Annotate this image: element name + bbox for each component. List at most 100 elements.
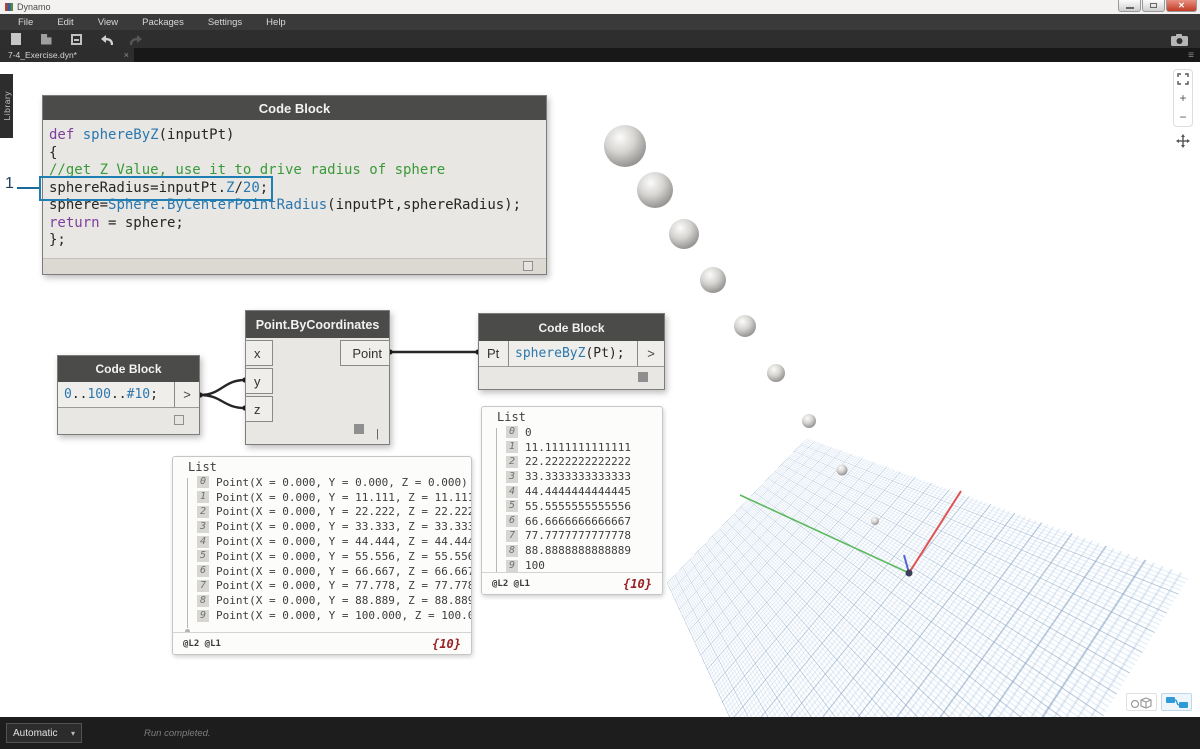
list-index-badge: 2 [197,505,210,518]
list-count: {10} [432,636,461,651]
list-value: 22.2222222222222 [525,455,631,469]
grid-plane-3d [666,438,1190,717]
list-value: Point(X = 0.000, Y = 22.222, Z = 22.222) [216,505,471,519]
list-count: {10} [623,576,652,591]
node-header[interactable]: Code Block [58,356,199,382]
code-line: sphereByZ(Pt); [515,346,625,361]
save-button[interactable] [69,32,83,46]
list-index-badge: 3 [506,470,519,483]
node-point-by-coordinates[interactable]: Point.ByCoordinates x y z Point | [245,310,390,445]
view-controls: + − [1173,69,1193,148]
minimize-button[interactable] [1118,0,1141,12]
redo-button[interactable] [129,32,143,46]
list-title: List [497,410,526,424]
new-file-button[interactable] [9,32,23,46]
menu-item-file[interactable]: File [6,17,45,28]
fit-view-icon [1177,73,1189,85]
list-value: 100 [525,559,545,573]
chevron-down-icon: ▾ [70,728,75,738]
list-index-badge: 6 [506,515,519,528]
list-value: 55.5555555555556 [525,499,631,513]
list-index-badge: 7 [197,579,210,592]
list-item: 8 Point(X = 0.000, Y = 88.889, Z = 88.889… [197,593,471,608]
list-item: 5 55.5555555555556 [506,499,662,514]
list-rows: 0 0 1 11.1111111111111 2 22.2222222222222 3 33.… [506,425,662,573]
zoom-in-button[interactable]: + [1176,92,1190,104]
output-port[interactable]: > [637,341,664,366]
dynamo-window: Dynamo ✕ File Edit View Packages Settings Hel… [0,0,1200,749]
list-item: 0 Point(X = 0.000, Y = 0.000, Z = 0.000) [197,475,471,490]
node-header[interactable]: Point.ByCoordinates [246,311,389,338]
list-index-badge: 1 [197,491,210,504]
canvas-view-buttons [1126,693,1192,711]
list-value: Point(X = 0.000, Y = 55.556, Z = 55.556) [216,549,471,563]
preview-checkbox[interactable] [174,415,184,425]
graph-view-button[interactable] [1161,693,1192,711]
code-line: 0..100..#10; [64,387,158,402]
tab-close-icon[interactable]: × [124,50,129,60]
input-port-x[interactable]: x [245,340,273,366]
list-item: 2 22.2222222222222 [506,455,662,470]
list-index-badge: 8 [506,544,519,557]
preview-checkbox[interactable] [523,261,533,271]
menu-item-edit[interactable]: Edit [45,17,85,28]
input-port-pt[interactable]: Pt [479,341,508,366]
output-port[interactable]: > [174,382,199,407]
tab-list-icon[interactable]: ≡ [1188,50,1194,61]
list-value: 0 [525,425,532,439]
code-editor[interactable]: sphereByZ(Pt); [508,341,637,366]
open-file-button[interactable] [39,32,53,46]
list-value: Point(X = 0.000, Y = 33.333, Z = 33.333) [216,520,471,534]
preview-checkbox[interactable] [354,424,364,434]
input-port-z[interactable]: z [245,396,273,422]
pan-button[interactable] [1176,134,1190,148]
close-button[interactable]: ✕ [1166,0,1197,12]
list-index-badge: 5 [506,500,519,513]
menu-item-help[interactable]: Help [254,17,298,28]
list-tree-line [496,428,497,576]
menu-item-view[interactable]: View [86,17,130,28]
list-rows: 0 Point(X = 0.000, Y = 0.000, Z = 0.000) 1… [197,475,471,623]
lacing-levels[interactable]: @L2 @L1 [492,579,530,589]
output-port-point[interactable]: Point [340,340,390,366]
library-panel-tab[interactable]: Library [0,74,13,138]
preview-bubble-values[interactable]: List 0 0 1 11.1111111111111 2 22.222222222222… [481,406,663,595]
input-port-y[interactable]: y [245,368,273,394]
annotation-highlight-box [39,176,273,201]
menu-item-packages[interactable]: Packages [130,17,196,28]
maximize-button[interactable] [1142,0,1165,12]
code-line: }; [49,232,66,248]
node-header[interactable]: Code Block [43,96,546,120]
menu-item-settings[interactable]: Settings [196,17,254,28]
fit-view-button[interactable] [1176,73,1190,85]
node-header[interactable]: Code Block [479,314,664,341]
list-item: 3 Point(X = 0.000, Y = 33.333, Z = 33.333… [197,519,471,534]
sphere-3d [669,219,699,249]
tab-exercise[interactable]: 7-4_Exercise.dyn* × [0,48,134,62]
preview-checkbox[interactable] [638,372,648,382]
preview-bubble-points[interactable]: List 0 Point(X = 0.000, Y = 0.000, Z = 0.… [172,456,472,655]
lacing-indicator[interactable]: | [376,428,379,440]
wire-range-to-z [199,393,246,410]
graph-canvas[interactable]: Library Code Block def sphereByZ(inputPt… [0,62,1200,717]
run-mode-dropdown[interactable]: Automatic ▾ [6,723,82,743]
list-item: 6 66.6666666666667 [506,514,662,529]
lacing-levels[interactable]: @L2 @L1 [183,639,221,649]
sphere-3d [604,125,646,167]
library-label: Library [1,91,12,121]
save-icon [70,33,82,45]
geometry-preview-button[interactable] [1126,693,1157,711]
list-item: 2 Point(X = 0.000, Y = 22.222, Z = 22.222… [197,505,471,520]
code-line: { [49,144,58,161]
list-index-badge: 7 [506,529,519,542]
node-code-block-range[interactable]: Code Block 0..100..#10; > [57,355,200,435]
list-tree-line [187,478,188,628]
zoom-out-button[interactable]: − [1176,111,1190,123]
sphere-3d [767,364,785,382]
tab-bar: 7-4_Exercise.dyn* × ≡ [0,48,1200,62]
new-document-icon [11,33,21,45]
undo-button[interactable] [99,32,113,46]
node-code-block-call[interactable]: Code Block Pt sphereByZ(Pt); > [478,313,665,390]
bubble-footer: @L2 @L1 {10} [173,632,471,654]
code-editor[interactable]: 0..100..#10; [58,382,174,407]
